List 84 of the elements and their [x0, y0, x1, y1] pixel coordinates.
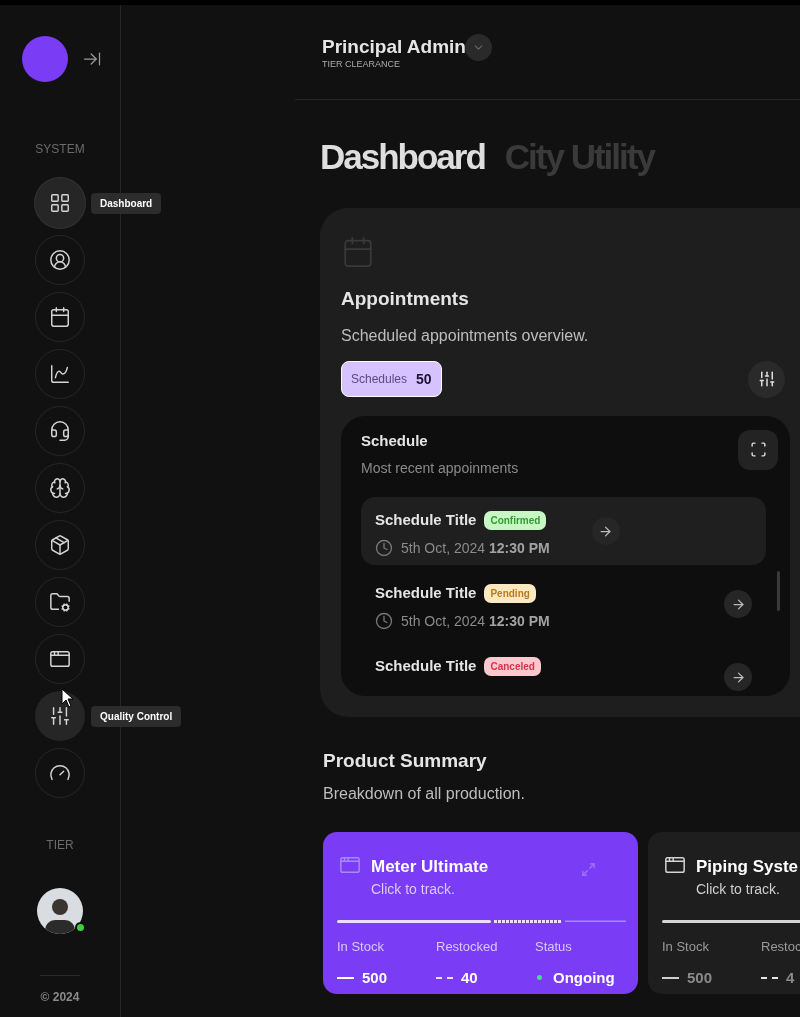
sliders-icon	[49, 705, 71, 727]
nav-button[interactable]	[35, 634, 85, 684]
arrow-right-icon	[730, 596, 746, 612]
nav-button[interactable]	[35, 235, 85, 285]
tooltip: Quality Control	[91, 706, 182, 727]
filter-button[interactable]	[748, 360, 785, 398]
schedule-row[interactable]: Schedule Title Pending 5th Oct, 2024 12:30 PM	[361, 570, 766, 638]
stat-value: 4	[786, 967, 795, 988]
page-tab[interactable]: Dashboard	[320, 135, 485, 179]
card-title: Appointments	[341, 287, 470, 311]
clock-icon	[375, 612, 393, 630]
tooltip: Dashboard	[91, 193, 162, 214]
schedule-row[interactable]: Schedule Title Canceled	[361, 643, 766, 696]
nav-button[interactable]	[35, 577, 85, 627]
stat-value: Ongoing	[553, 967, 615, 988]
stat-label: Status	[535, 938, 573, 956]
section-title: Product Summary	[323, 749, 488, 773]
copyright: © 2024	[40, 989, 80, 1006]
nav-button[interactable]	[35, 292, 85, 342]
dashed-line-icon	[761, 976, 778, 979]
user-name: Principal Admin	[322, 35, 466, 59]
nav-button[interactable]	[35, 748, 85, 798]
clock-icon	[375, 539, 393, 557]
product-card[interactable]: Meter Ultimate Click to track. In Stock 500 Restocked 40 Status Ongoing	[323, 831, 638, 994]
dashed-line-icon	[436, 976, 453, 979]
open-button[interactable]	[724, 663, 752, 691]
cursor-icon	[61, 688, 75, 708]
schedule-title: Schedule Title	[375, 510, 477, 530]
nav-button[interactable]	[35, 349, 85, 399]
stat-label: In Stock	[337, 938, 385, 956]
package-icon	[49, 534, 71, 556]
product-subtitle: Click to track.	[371, 880, 456, 899]
schedule-date: 5th Oct, 2024 12:30 PM	[401, 611, 550, 631]
solid-line-icon	[662, 976, 679, 979]
fullscreen-icon	[749, 441, 767, 458]
user-role: TIER CLEARANCE	[322, 57, 402, 71]
calendar-icon	[49, 306, 71, 328]
product-title: Meter Ultimate	[371, 855, 489, 878]
window-icon	[49, 648, 71, 670]
stat-label: In Stock	[662, 938, 710, 956]
stat-label: Restocked	[436, 938, 499, 956]
chip-count: 50	[416, 369, 432, 389]
schedule-title: Schedule Title	[375, 583, 477, 603]
card-subtitle: Scheduled appointments overview.	[341, 325, 590, 346]
open-button[interactable]	[724, 590, 752, 618]
nav-button[interactable]	[35, 520, 85, 570]
calendar-icon	[341, 235, 375, 269]
stat-value: 500	[362, 967, 388, 988]
section-label: SYSTEM	[35, 141, 85, 158]
schedule-title: Schedule Title	[375, 656, 477, 676]
chip-label: Schedules	[351, 371, 408, 388]
product-subtitle: Click to track.	[696, 880, 781, 899]
expand-icon	[581, 861, 596, 877]
grid-icon	[49, 192, 71, 214]
section-label: TIER	[46, 837, 74, 854]
schedule-row[interactable]: Schedule Title Confirmed 5th Oct, 2024 12:30 PM	[361, 497, 766, 565]
schedule-date: 5th Oct, 2024 12:30 PM	[401, 538, 550, 558]
product-title: Piping Syste	[696, 855, 799, 878]
solid-line-icon	[337, 976, 354, 979]
status-badge: Canceled	[484, 656, 541, 676]
logo	[22, 36, 68, 82]
fullscreen-button[interactable]	[738, 429, 778, 470]
status-badge: Confirmed	[484, 510, 547, 530]
nav-button[interactable]	[35, 406, 85, 456]
nav-button[interactable]	[35, 691, 85, 741]
panel-subtitle: Most recent appoinments	[361, 459, 519, 478]
stat-value: 500	[687, 967, 713, 988]
nav-button[interactable]	[35, 463, 85, 513]
open-button[interactable]	[591, 517, 620, 545]
scrollbar	[777, 570, 780, 611]
status-badge: Pending	[484, 583, 536, 603]
stat-value: 40	[461, 967, 478, 988]
folder-gear-icon	[49, 591, 71, 613]
line-chart-icon	[49, 363, 71, 385]
brain-icon	[49, 477, 71, 499]
sliders-icon	[757, 370, 776, 388]
panel-title: Schedule	[361, 430, 429, 451]
user-icon	[49, 249, 71, 271]
avatar	[37, 888, 83, 934]
section-subtitle: Breakdown of all production.	[323, 783, 526, 804]
arrow-right-icon	[730, 669, 746, 685]
nav-button[interactable]	[35, 178, 85, 228]
arrow-right-icon	[598, 523, 614, 539]
headset-icon	[49, 420, 71, 442]
